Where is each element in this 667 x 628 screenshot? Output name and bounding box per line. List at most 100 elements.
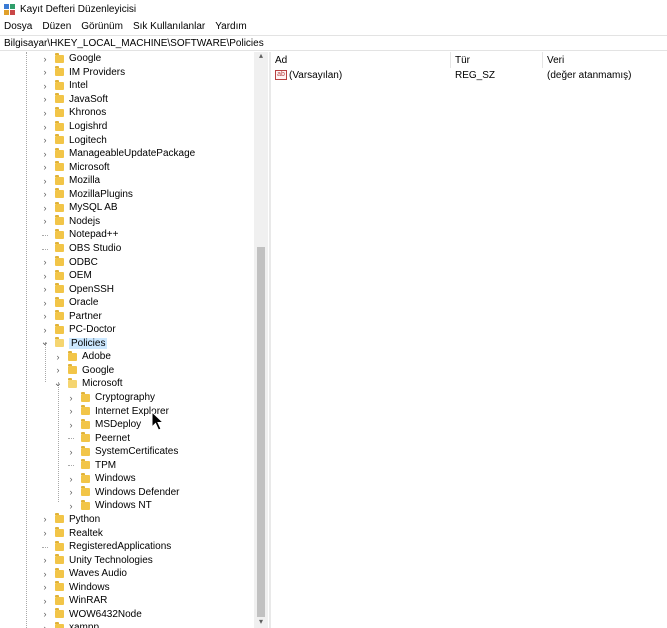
- chevron-right-icon[interactable]: ›: [40, 257, 50, 267]
- chevron-right-icon[interactable]: ›: [53, 352, 63, 362]
- chevron-right-icon[interactable]: ›: [40, 216, 50, 226]
- chevron-right-icon[interactable]: ›: [40, 135, 50, 145]
- tree-item-google[interactable]: › Google: [53, 364, 114, 378]
- tree-item-wow6432node[interactable]: › WOW6432Node: [40, 608, 142, 622]
- folder-icon: [55, 201, 64, 212]
- chevron-right-icon[interactable]: ›: [40, 189, 50, 199]
- tree-item-logitech[interactable]: › Logitech: [40, 133, 107, 147]
- tree-item-manageableupdatepackage[interactable]: › ManageableUpdatePackage: [40, 147, 195, 161]
- chevron-right-icon[interactable]: ›: [66, 420, 76, 430]
- chevron-right-icon[interactable]: ›: [40, 528, 50, 538]
- registry-tree[interactable]: › Google › IM Providers › Intel › JavaSoft › Khro…: [0, 52, 268, 628]
- menu-view[interactable]: Görünüm: [81, 21, 123, 32]
- tree-item-registeredapplications[interactable]: RegisteredApplications: [40, 540, 171, 554]
- tree-item-mozillaplugins[interactable]: › MozillaPlugins: [40, 188, 133, 202]
- chevron-right-icon[interactable]: ›: [40, 67, 50, 77]
- chevron-right-icon[interactable]: ›: [40, 298, 50, 308]
- scroll-down-arrow-icon[interactable]: ▾: [257, 618, 265, 626]
- chevron-right-icon[interactable]: ›: [40, 609, 50, 619]
- tree-item-khronos[interactable]: › Khronos: [40, 106, 106, 120]
- tree-guide-line: [58, 382, 59, 502]
- chevron-right-icon[interactable]: ›: [40, 81, 50, 91]
- value-row-default[interactable]: ab (Varsayılan) REG_SZ (değer atanmamış): [271, 68, 667, 82]
- tree-item-javasoft[interactable]: › JavaSoft: [40, 93, 108, 107]
- tree-item-winrar[interactable]: › WinRAR: [40, 594, 107, 608]
- tree-item-unity-technologies[interactable]: › Unity Technologies: [40, 553, 153, 567]
- menu-edit[interactable]: Düzen: [42, 21, 71, 32]
- chevron-right-icon[interactable]: ›: [40, 514, 50, 524]
- chevron-right-icon[interactable]: ›: [40, 271, 50, 281]
- tree-item-microsoft[interactable]: › Microsoft: [40, 160, 110, 174]
- tree-item-google[interactable]: › Google: [40, 52, 101, 66]
- tree-item-mozilla[interactable]: › Mozilla: [40, 174, 100, 188]
- chevron-right-icon[interactable]: ›: [40, 596, 50, 606]
- tree-item-oracle[interactable]: › Oracle: [40, 296, 98, 310]
- chevron-right-icon[interactable]: ›: [40, 94, 50, 104]
- tree-item-obs-studio[interactable]: OBS Studio: [40, 242, 121, 256]
- tree-item-microsoft[interactable]: ⌄ Microsoft: [53, 377, 123, 391]
- tree-item-nodejs[interactable]: › Nodejs: [40, 215, 100, 229]
- tree-item-realtek[interactable]: › Realtek: [40, 526, 103, 540]
- chevron-right-icon[interactable]: ›: [40, 325, 50, 335]
- tree-item-openssh[interactable]: › OpenSSH: [40, 282, 114, 296]
- chevron-right-icon[interactable]: ›: [40, 623, 50, 628]
- chevron-right-icon[interactable]: ›: [40, 176, 50, 186]
- scroll-thumb[interactable]: [257, 247, 265, 617]
- tree-item-windows[interactable]: › Windows: [66, 472, 136, 486]
- tree-item-msdeploy[interactable]: › MSDeploy: [66, 418, 141, 432]
- chevron-right-icon[interactable]: ›: [53, 365, 63, 375]
- chevron-right-icon[interactable]: ›: [40, 162, 50, 172]
- tree-item-windows-nt[interactable]: › Windows NT: [66, 499, 152, 513]
- tree-item-notepad[interactable]: Notepad++: [40, 228, 119, 242]
- chevron-right-icon[interactable]: ›: [40, 311, 50, 321]
- values-list[interactable]: Ad Tür Veri ab (Varsayılan) REG_SZ (değe…: [271, 52, 667, 628]
- chevron-down-icon[interactable]: ⌄: [53, 378, 63, 388]
- tree-item-mysql-ab[interactable]: › MySQL AB: [40, 201, 118, 215]
- tree-item-systemcertificates[interactable]: › SystemCertificates: [66, 445, 178, 459]
- chevron-right-icon[interactable]: ›: [40, 569, 50, 579]
- tree-item-peernet[interactable]: Peernet: [66, 431, 130, 445]
- chevron-right-icon[interactable]: ›: [40, 555, 50, 565]
- folder-icon: [55, 242, 64, 253]
- chevron-right-icon[interactable]: ›: [40, 54, 50, 64]
- tree-item-im-providers[interactable]: › IM Providers: [40, 66, 125, 80]
- chevron-right-icon[interactable]: ›: [40, 284, 50, 294]
- chevron-right-icon[interactable]: ›: [66, 406, 76, 416]
- chevron-right-icon[interactable]: ›: [66, 474, 76, 484]
- address-bar[interactable]: Bilgisayar\HKEY_LOCAL_MACHINE\SOFTWARE\P…: [0, 35, 667, 51]
- column-header-type[interactable]: Tür: [451, 52, 543, 68]
- tree-item-logishrd[interactable]: › Logishrd: [40, 120, 107, 134]
- column-header-name[interactable]: Ad: [271, 52, 451, 68]
- tree-item-oem[interactable]: › OEM: [40, 269, 92, 283]
- tree-item-xampp[interactable]: › xampp: [40, 621, 99, 628]
- tree-item-odbc[interactable]: › ODBC: [40, 255, 98, 269]
- chevron-down-icon[interactable]: ⌄: [40, 338, 50, 348]
- chevron-right-icon[interactable]: ›: [40, 149, 50, 159]
- chevron-right-icon[interactable]: ›: [40, 108, 50, 118]
- chevron-right-icon[interactable]: ›: [66, 487, 76, 497]
- tree-item-cryptography[interactable]: › Cryptography: [66, 391, 155, 405]
- tree-item-policies[interactable]: ⌄ Policies: [40, 337, 108, 351]
- chevron-right-icon[interactable]: ›: [40, 122, 50, 132]
- tree-item-intel[interactable]: › Intel: [40, 79, 88, 93]
- tree-item-tpm[interactable]: TPM: [66, 459, 116, 473]
- chevron-right-icon[interactable]: ›: [66, 501, 76, 511]
- column-header-data[interactable]: Veri: [543, 52, 667, 68]
- tree-scrollbar[interactable]: ▴ ▾: [254, 52, 268, 628]
- tree-item-windows-defender[interactable]: › Windows Defender: [66, 486, 179, 500]
- tree-item-windows[interactable]: › Windows: [40, 580, 110, 594]
- menu-help[interactable]: Yardım: [215, 21, 247, 32]
- chevron-right-icon[interactable]: ›: [66, 393, 76, 403]
- scroll-up-arrow-icon[interactable]: ▴: [257, 52, 265, 60]
- menu-favorites[interactable]: Sık Kullanılanlar: [133, 21, 205, 32]
- chevron-right-icon[interactable]: ›: [40, 582, 50, 592]
- tree-item-label: Notepad++: [69, 229, 119, 241]
- tree-item-adobe[interactable]: › Adobe: [53, 350, 111, 364]
- chevron-right-icon[interactable]: ›: [66, 447, 76, 457]
- tree-item-pc-doctor[interactable]: › PC-Doctor: [40, 323, 116, 337]
- tree-item-python[interactable]: › Python: [40, 513, 100, 527]
- menu-file[interactable]: Dosya: [4, 21, 32, 32]
- tree-item-partner[interactable]: › Partner: [40, 309, 102, 323]
- tree-item-waves-audio[interactable]: › Waves Audio: [40, 567, 127, 581]
- chevron-right-icon[interactable]: ›: [40, 203, 50, 213]
